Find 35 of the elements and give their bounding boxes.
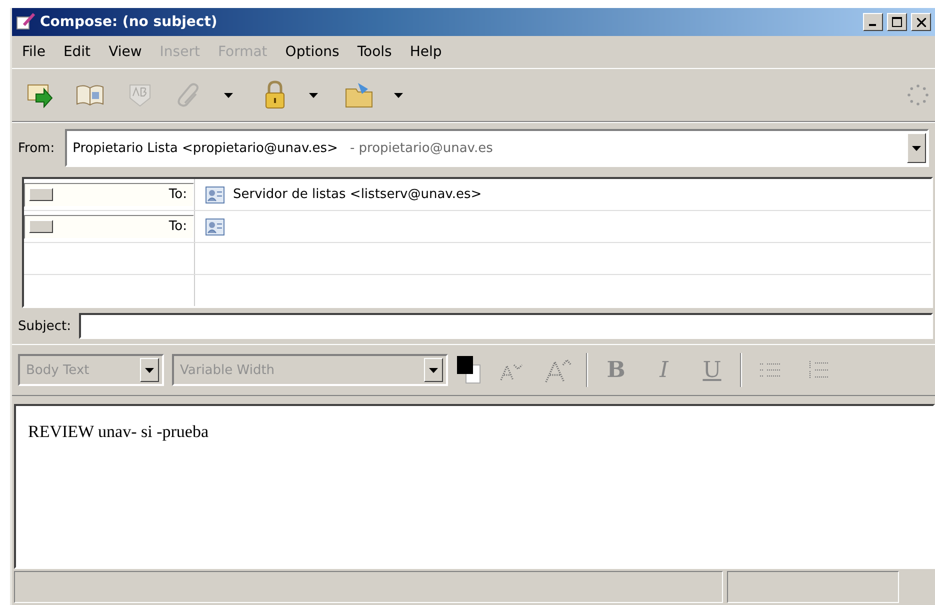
book-icon: [75, 83, 105, 107]
subject-field[interactable]: [78, 313, 933, 339]
menu-item[interactable]: File: [16, 44, 58, 60]
close-button[interactable]: [911, 13, 931, 31]
send-icon: [26, 82, 54, 108]
recipient-type-select[interactable]: To:: [24, 182, 194, 206]
maximize-button[interactable]: [887, 13, 907, 31]
text-color-icon[interactable]: [456, 355, 482, 385]
compose-app-icon: [16, 13, 36, 31]
from-field[interactable]: Propietario Lista <propietario@unav.es> - propietario@unav.es: [64, 129, 929, 167]
menu-item[interactable]: Options: [279, 44, 352, 60]
body-text: REVIEW unav- si -prueba: [28, 422, 208, 441]
menu-item[interactable]: Tools: [351, 44, 404, 60]
spellcheck-icon: [127, 82, 153, 108]
caret-icon: [912, 146, 921, 150]
caret-icon: [309, 92, 318, 98]
subject-label: Subject:: [18, 318, 71, 334]
menu-item[interactable]: Help: [404, 44, 454, 60]
menu-item[interactable]: View: [102, 44, 154, 60]
recipient-type-select[interactable]: To:: [24, 214, 194, 238]
from-label: From:: [18, 140, 55, 156]
caret-icon: [224, 92, 233, 98]
menu-item[interactable]: Edit: [57, 44, 103, 60]
message-body[interactable]: REVIEW unav- si -prueba: [14, 404, 935, 569]
contact-card-icon: [205, 218, 225, 236]
window-title: Compose: (no subject): [40, 14, 218, 30]
minimize-button[interactable]: [863, 13, 883, 31]
caret-icon: [429, 368, 438, 372]
throbber-icon: [905, 82, 931, 108]
caret-icon: [145, 368, 154, 372]
recipient-address[interactable]: Servidor de listas <listserv@unav.es>: [233, 187, 482, 202]
contact-card-icon: [205, 186, 225, 204]
maximize-icon: [892, 17, 902, 27]
caret-icon: [394, 92, 403, 98]
close-icon: [916, 18, 926, 26]
